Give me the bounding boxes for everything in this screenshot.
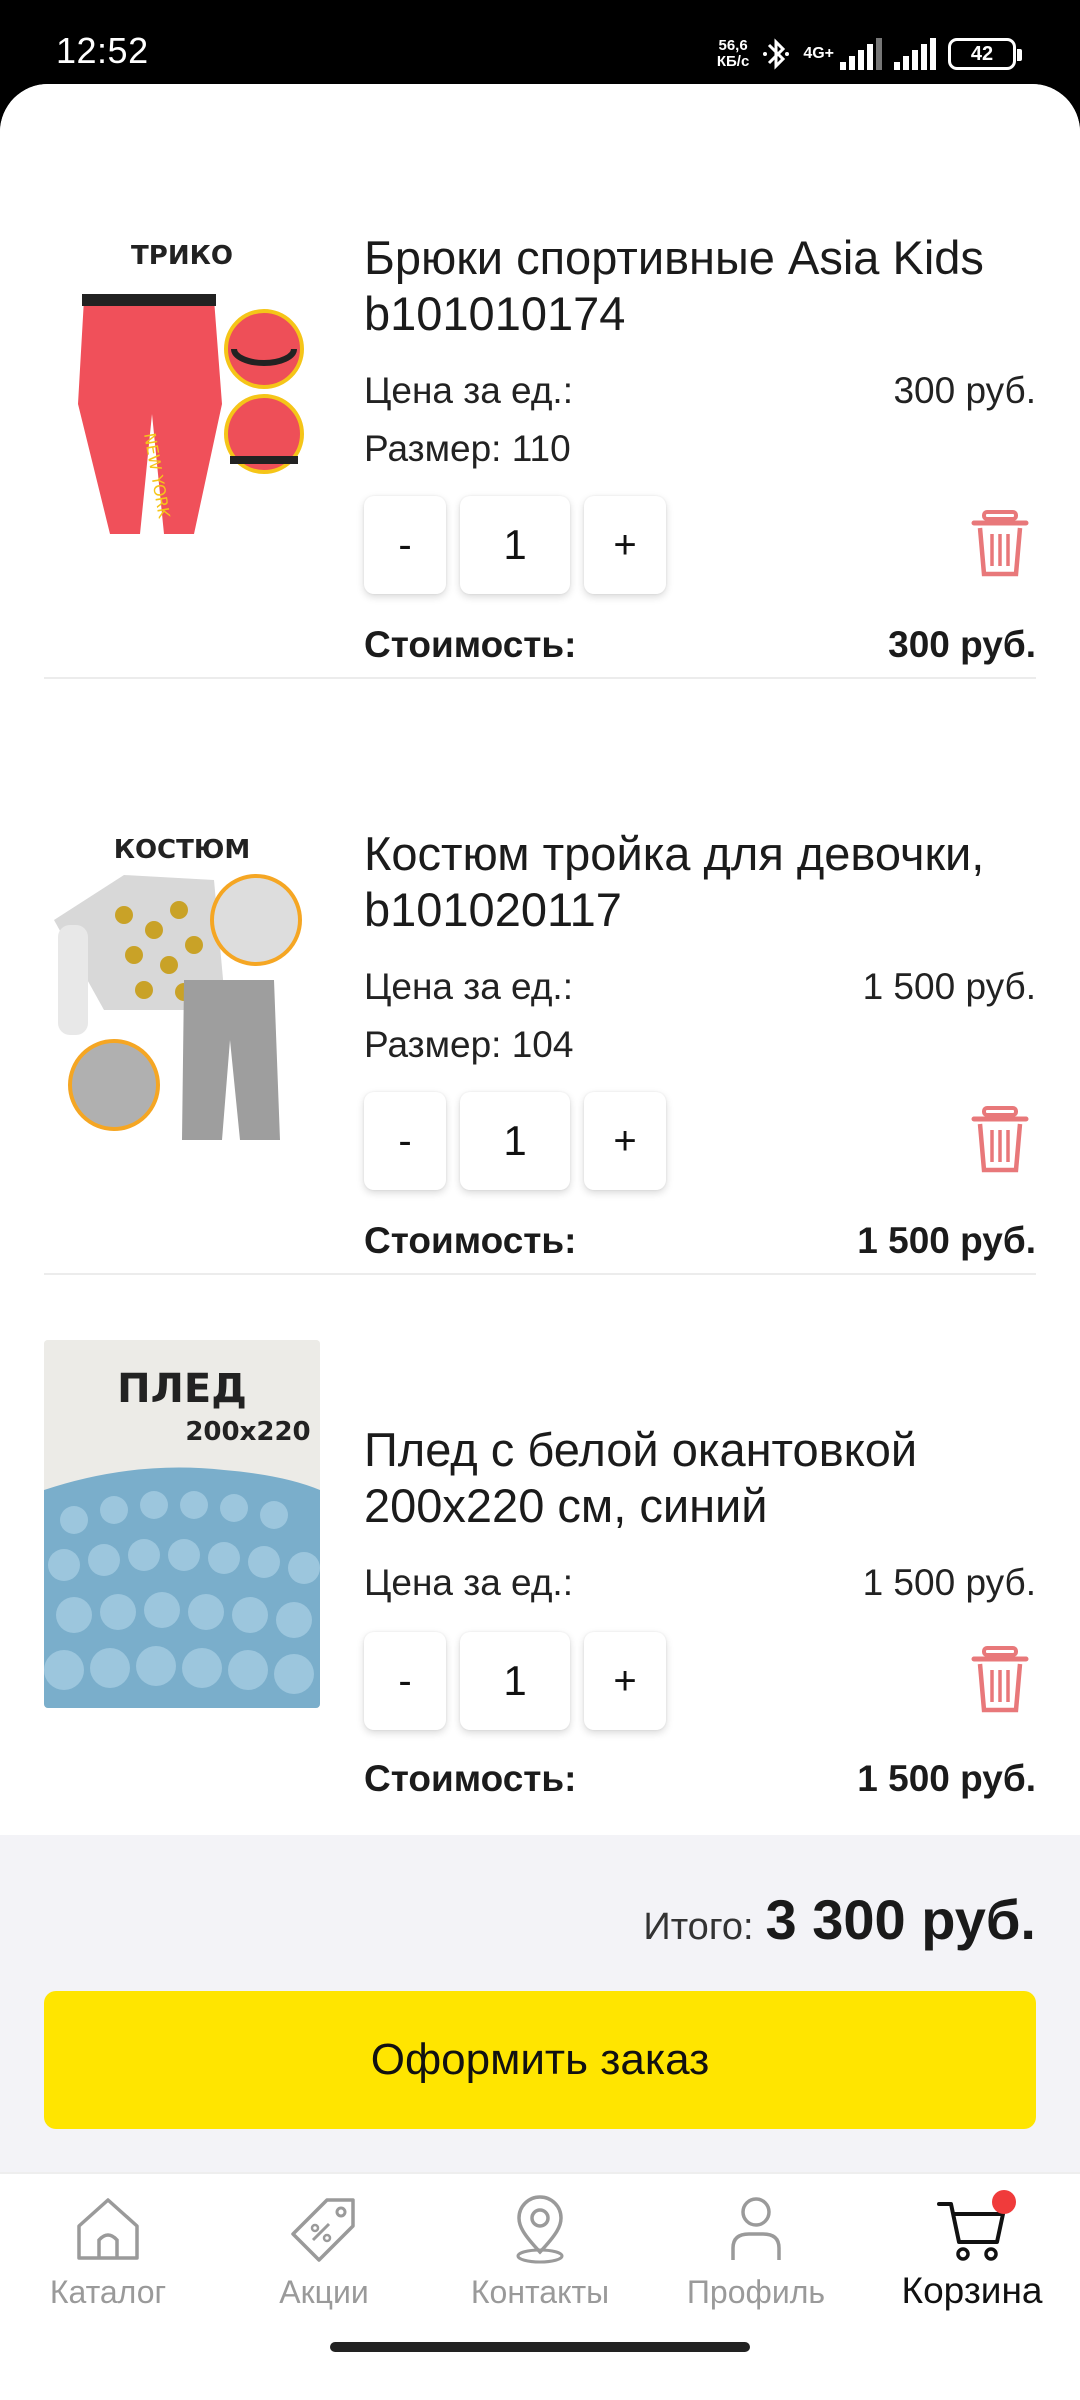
cart-item: ПЛЕД 200x220 Плед с белой окантовкой 200… <box>44 1340 1036 1800</box>
image-caption: ПЛЕД <box>117 1366 247 1412</box>
home-icon <box>77 2198 139 2260</box>
quantity-value[interactable]: 1 <box>460 1632 570 1730</box>
quantity-value[interactable]: 1 <box>460 496 570 594</box>
quantity-stepper: - 1 + <box>364 1632 666 1730</box>
total-value: 3 300 руб. <box>765 1888 1036 1951</box>
unit-price-label: Цена за ед.: <box>364 1562 573 1603</box>
bluetooth-icon <box>763 38 790 70</box>
cost-value: 300 руб. <box>888 624 1036 665</box>
unit-price-row: Цена за ед.: 300 руб. <box>364 370 1036 412</box>
cost-label: Стоимость: <box>364 624 577 665</box>
suit-image: КОСТЮМ <box>54 835 302 1140</box>
cost-row: Стоимость: 1 500 руб. <box>364 1758 1036 1800</box>
status-icons: 56,6 КБ/с 4G+ 42 <box>716 30 1022 78</box>
quantity-value[interactable]: 1 <box>460 1092 570 1190</box>
increase-button[interactable]: + <box>584 1632 666 1730</box>
status-bar: 12:52 56,6 КБ/с 4G+ 42 <box>0 0 1080 84</box>
total-line: Итого: 3 300 руб. <box>643 1887 1036 1952</box>
nav-item-profile[interactable]: Профиль <box>648 2174 864 2320</box>
product-image[interactable]: ПЛЕД 200x220 <box>44 1340 320 1708</box>
unit-price-row: Цена за ед.: 1 500 руб. <box>364 966 1036 1008</box>
cost-row: Стоимость: 1 500 руб. <box>364 1220 1036 1262</box>
product-image[interactable]: ТРИКО NEW YORK <box>44 144 320 544</box>
divider <box>44 1273 1036 1275</box>
product-image[interactable]: КОСТЮМ <box>44 740 320 1140</box>
battery-icon: 42 <box>948 38 1022 70</box>
quantity-stepper: - 1 + <box>364 1092 666 1190</box>
size-label: Размер: 110 <box>364 428 571 469</box>
cart-screen: ТРИКО NEW YORK Брюки спортивные Asia Kid… <box>0 84 1080 2320</box>
pants-image: ТРИКО NEW YORK <box>78 241 304 534</box>
increase-button[interactable]: + <box>584 1092 666 1190</box>
decrease-button[interactable]: - <box>364 1092 446 1190</box>
image-caption: ТРИКО <box>131 241 233 271</box>
cost-value: 1 500 руб. <box>857 1758 1036 1799</box>
nav-label: Акции <box>279 2274 369 2310</box>
signal-icon-2 <box>894 38 936 70</box>
decrease-button[interactable]: - <box>364 496 446 594</box>
order-summary: Итого: 3 300 руб. Оформить заказ <box>0 1835 1080 2172</box>
cost-value: 1 500 руб. <box>857 1220 1036 1261</box>
unit-price: 1 500 руб. <box>862 1562 1036 1603</box>
unit-price: 1 500 руб. <box>862 966 1036 1007</box>
status-time: 12:52 <box>56 30 149 71</box>
image-caption-2: 200x220 <box>185 1417 310 1447</box>
unit-price-label: Цена за ед.: <box>364 370 573 411</box>
divider <box>44 677 1036 679</box>
location-pin-icon <box>516 2195 564 2264</box>
net-speed: 56,6 КБ/с <box>716 37 750 70</box>
trash-icon[interactable] <box>970 510 1030 580</box>
total-label: Итого: <box>643 1906 754 1948</box>
cart-badge <box>992 2190 1016 2214</box>
cost-row: Стоимость: 300 руб. <box>364 624 1036 666</box>
increase-button[interactable]: + <box>584 496 666 594</box>
home-indicator[interactable] <box>330 2342 750 2352</box>
cost-label: Стоимость: <box>364 1220 577 1261</box>
product-title[interactable]: Брюки спортивные Asia Kids b101010174 <box>364 230 1044 342</box>
size-label: Размер: 104 <box>364 1024 574 1065</box>
unit-price: 300 руб. <box>893 370 1036 411</box>
cart-item: КОСТЮМ Костюм тройка для девочки, b10102… <box>44 740 1036 1262</box>
cart-list: ТРИКО NEW YORK Брюки спортивные Asia Kid… <box>0 84 1080 1835</box>
nav-label: Контакты <box>470 2274 610 2310</box>
nav-label: Профиль <box>686 2274 826 2310</box>
cart-item: ТРИКО NEW YORK Брюки спортивные Asia Kid… <box>44 144 1036 666</box>
nav-label: Каталог <box>49 2274 167 2310</box>
unit-price-row: Цена за ед.: 1 500 руб. <box>364 1562 1036 1604</box>
checkout-button[interactable]: Оформить заказ <box>44 1991 1036 2129</box>
trash-icon[interactable] <box>970 1106 1030 1176</box>
product-title[interactable]: Плед с белой окантовкой 200x220 см, сини… <box>364 1422 1044 1534</box>
unit-price-label: Цена за ед.: <box>364 966 573 1007</box>
signal-icon <box>840 38 882 70</box>
bottom-nav: Каталог Акции Контакты Профиль Корзина <box>0 2172 1080 2320</box>
network-type: 4G+ <box>803 45 834 62</box>
nav-item-cart[interactable]: Корзина <box>864 2174 1080 2320</box>
decrease-button[interactable]: - <box>364 1632 446 1730</box>
gesture-area <box>0 2320 1080 2400</box>
blanket-image: ПЛЕД 200x220 <box>44 1340 320 1708</box>
person-icon <box>731 2197 781 2260</box>
nav-item-contacts[interactable]: Контакты <box>432 2174 648 2320</box>
cost-label: Стоимость: <box>364 1758 577 1799</box>
tag-icon <box>291 2198 355 2262</box>
trash-icon[interactable] <box>970 1646 1030 1716</box>
quantity-stepper: - 1 + <box>364 496 666 594</box>
nav-item-catalog[interactable]: Каталог <box>0 2174 216 2320</box>
nav-item-promotions[interactable]: Акции <box>216 2174 432 2320</box>
nav-label: Корзина <box>901 2270 1043 2311</box>
image-caption: КОСТЮМ <box>114 835 251 865</box>
product-title[interactable]: Костюм тройка для девочки, b101020117 <box>364 826 1044 938</box>
